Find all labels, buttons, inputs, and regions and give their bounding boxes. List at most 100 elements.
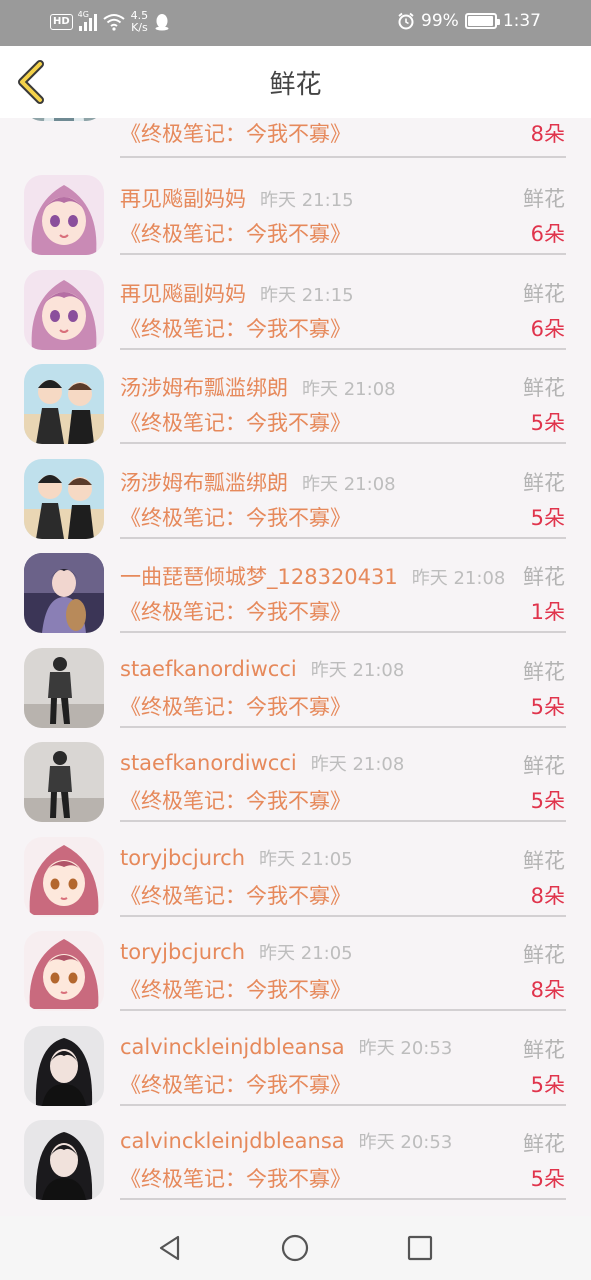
row-divider	[120, 1103, 566, 1106]
flower-count: 5朵	[530, 694, 565, 719]
book-title[interactable]: 《终极笔记：今我不寡》	[120, 785, 351, 815]
row-divider	[120, 156, 566, 158]
battery-percent: 99%	[421, 11, 459, 31]
row-divider	[120, 253, 566, 255]
list-item[interactable]: calvinckleinjdbleansa 昨天 20:53 鲜花 《终极笔记：今…	[0, 1025, 591, 1121]
list-item[interactable]: calvinckleinjdbleansa 昨天 20:53 鲜花 《终极笔记：今…	[0, 1120, 591, 1215]
back-triangle-icon[interactable]	[154, 1232, 186, 1264]
send-time: 昨天 21:05	[259, 848, 353, 870]
battery-icon	[464, 13, 500, 29]
list-item[interactable]: 《终极笔记：今我不寡》 8朵	[0, 118, 591, 158]
gift-type: 鲜花	[523, 565, 565, 589]
send-time: 昨天 21:05	[259, 943, 353, 964]
avatar-cartoon-boys	[24, 364, 104, 444]
avatar[interactable]	[24, 647, 104, 728]
book-title[interactable]: 《终极笔记：今我不寡》	[120, 1069, 351, 1099]
speed-unit: K/s	[131, 21, 148, 34]
list-item[interactable]: 再见飚副妈妈 昨天 21:15 鲜花 《终极笔记：今我不寡》 6朵	[0, 269, 591, 365]
sender-line: 汤涉姆布瓢滥绑朗 昨天 21:08	[120, 467, 570, 499]
flower-count: 5朵	[530, 1167, 565, 1191]
avatar-man-photo	[24, 118, 104, 121]
avatar[interactable]	[24, 364, 104, 444]
send-time: 昨天 20:53	[358, 1132, 453, 1153]
avatar-dark-man	[24, 742, 104, 822]
sender-name[interactable]: 一曲琵琶倾城梦_128320431	[120, 565, 398, 589]
book-title[interactable]: 《终极笔记：今我不寡》	[120, 502, 351, 532]
send-time: 昨天 21:15	[260, 284, 354, 306]
sender-name[interactable]: toryjbcjurch	[120, 846, 245, 870]
gift-type: 鲜花	[523, 1132, 565, 1156]
status-bar: HD 4G 4.5 K/s 99% 1:37	[0, 0, 591, 46]
avatar-cartoon-boys	[24, 458, 104, 539]
send-time: 昨天 21:15	[260, 190, 354, 211]
send-time: 昨天 21:08	[411, 568, 506, 589]
list-item[interactable]: toryjbcjurch 昨天 21:05 鲜花 《终极笔记：今我不寡》 8朵	[0, 931, 591, 1026]
list-item[interactable]: 再见飚副妈妈 昨天 21:15 鲜花 《终极笔记：今我不寡》 6朵	[0, 175, 591, 270]
row-divider	[120, 725, 566, 728]
list-item[interactable]: 汤涉姆布瓢滥绑朗 昨天 21:08 鲜花 《终极笔记：今我不寡》 5朵	[0, 364, 591, 459]
app-header: 鲜花	[0, 46, 591, 118]
avatar[interactable]	[24, 458, 104, 539]
flower-count: 8朵	[530, 122, 565, 146]
alarm-icon	[398, 12, 414, 30]
avatar[interactable]	[24, 931, 104, 1011]
avatar[interactable]	[24, 1025, 104, 1106]
list-item[interactable]: 汤涉姆布瓢滥绑朗 昨天 21:08 鲜花 《终极笔记：今我不寡》 5朵	[0, 458, 591, 554]
book-title[interactable]: 《终极笔记：今我不寡》	[120, 596, 351, 626]
sender-line: staefkanordiwcci 昨天 21:08	[120, 750, 570, 782]
flower-list[interactable]: 《终极笔记：今我不寡》 8朵 再见飚副妈妈 昨天 21:15 鲜花 《终极笔记：今…	[0, 118, 591, 1216]
list-item[interactable]: toryjbcjurch 昨天 21:05 鲜花 《终极笔记：今我不寡》 8朵	[0, 836, 591, 932]
avatar[interactable]	[24, 836, 104, 917]
book-title[interactable]: 《终极笔记：今我不寡》	[120, 313, 351, 343]
system-nav-bar	[0, 1216, 591, 1280]
flower-count: 5朵	[530, 789, 565, 813]
list-item[interactable]: staefkanordiwcci 昨天 21:08 鲜花 《终极笔记：今我不寡》 …	[0, 647, 591, 743]
avatar-anime-girl-red	[24, 931, 104, 1011]
row-divider	[120, 914, 566, 917]
sender-name[interactable]: toryjbcjurch	[120, 940, 245, 964]
send-time: 昨天 21:08	[302, 473, 396, 495]
recent-square-icon[interactable]	[404, 1232, 436, 1264]
avatar[interactable]	[24, 742, 104, 822]
book-title[interactable]: 《终极笔记：今我不寡》	[120, 118, 351, 148]
sender-name[interactable]: calvinckleinjdbleansa	[120, 1129, 345, 1153]
hd-badge: HD	[50, 14, 73, 30]
sender-line: 再见飚副妈妈 昨天 21:15	[120, 183, 570, 215]
sender-name[interactable]: calvinckleinjdbleansa	[120, 1035, 345, 1059]
avatar[interactable]	[24, 118, 104, 121]
avatar[interactable]	[24, 269, 104, 350]
sender-line: calvinckleinjdbleansa 昨天 20:53	[120, 1128, 570, 1160]
row-divider	[120, 631, 566, 633]
book-title[interactable]: 《终极笔记：今我不寡》	[120, 218, 351, 248]
sender-name[interactable]: 汤涉姆布瓢滥绑朗	[120, 376, 288, 400]
avatar-anime-girl-red	[24, 836, 104, 917]
gift-type: 鲜花	[523, 943, 565, 967]
list-item[interactable]: staefkanordiwcci 昨天 21:08 鲜花 《终极笔记：今我不寡》 …	[0, 742, 591, 837]
book-title[interactable]: 《终极笔记：今我不寡》	[120, 407, 351, 437]
avatar[interactable]	[24, 1120, 104, 1200]
sender-name[interactable]: staefkanordiwcci	[120, 751, 297, 775]
sender-name[interactable]: 再见飚副妈妈	[120, 282, 246, 306]
sender-name[interactable]: 再见飚副妈妈	[120, 187, 246, 211]
sender-name[interactable]: staefkanordiwcci	[120, 657, 297, 681]
book-title[interactable]: 《终极笔记：今我不寡》	[120, 1163, 351, 1193]
gift-type: 鲜花	[523, 187, 565, 211]
gift-type: 鲜花	[523, 281, 565, 306]
avatar[interactable]	[24, 553, 104, 633]
list-item[interactable]: 一曲琵琶倾城梦_128320431 昨天 21:08 鲜花 《终极笔记：今我不寡》…	[0, 553, 591, 648]
book-title[interactable]: 《终极笔记：今我不寡》	[120, 974, 351, 1004]
avatar-anime-girl-pink	[24, 175, 104, 255]
home-circle-icon[interactable]	[279, 1232, 311, 1264]
network-speed: 4.5 K/s	[131, 10, 149, 34]
flower-count: 1朵	[530, 600, 565, 624]
page-title: 鲜花	[269, 70, 322, 100]
book-title[interactable]: 《终极笔记：今我不寡》	[120, 880, 351, 910]
book-title[interactable]: 《终极笔记：今我不寡》	[120, 691, 351, 721]
flower-count: 5朵	[530, 1072, 565, 1097]
avatar[interactable]	[24, 175, 104, 255]
network-type-label: 4G	[77, 10, 89, 19]
wifi-icon	[103, 14, 125, 31]
sender-name[interactable]: 汤涉姆布瓢滥绑朗	[120, 471, 288, 495]
sender-line: calvinckleinjdbleansa 昨天 20:53	[120, 1034, 570, 1066]
sender-line: 汤涉姆布瓢滥绑朗 昨天 21:08	[120, 372, 570, 404]
